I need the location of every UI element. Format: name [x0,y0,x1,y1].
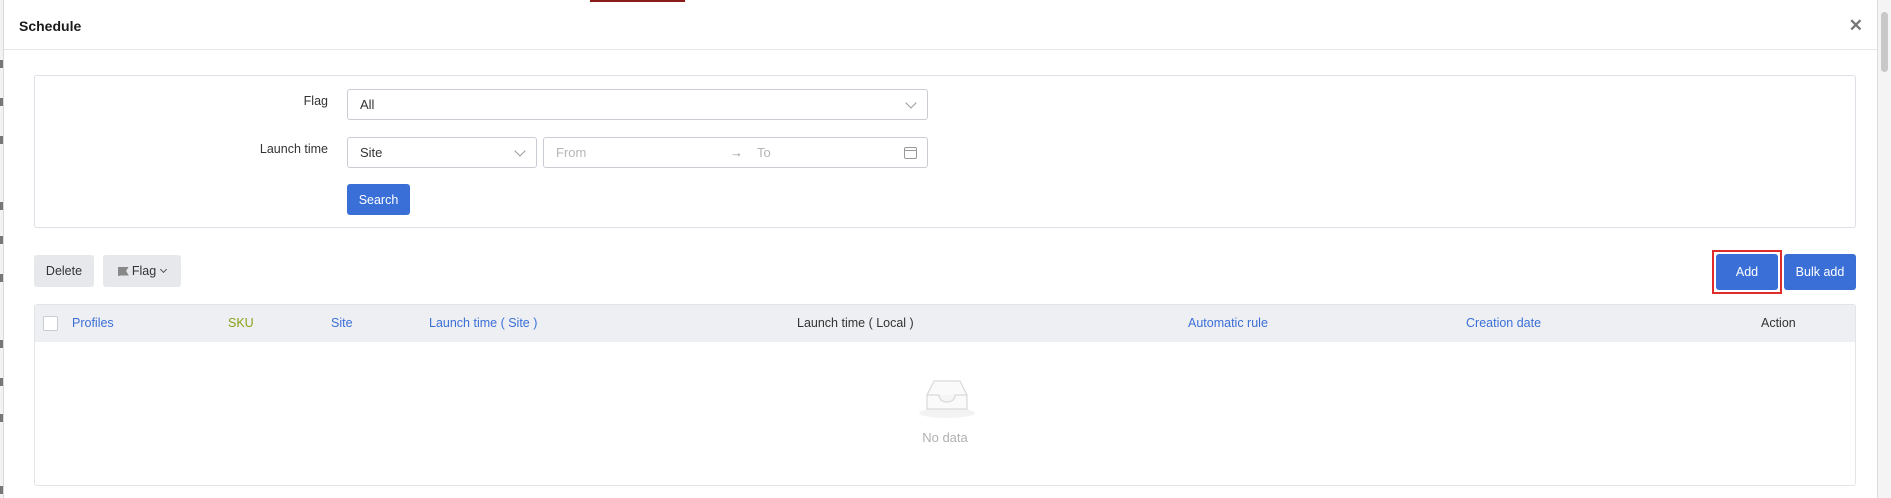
column-header-site[interactable]: Site [331,305,353,342]
schedule-table: Profiles SKU Site Launch time ( Site ) L… [34,304,1856,486]
column-header-action: Action [1761,316,1796,330]
date-range-picker[interactable]: From → To [543,137,928,168]
flag-filter-label: Flag [303,94,328,108]
empty-state: No data [35,342,1855,485]
modal-header: Schedule ✕ [4,2,1877,50]
column-header-creation-date[interactable]: Creation date [1466,305,1541,342]
table-header: Profiles SKU Site Launch time ( Site ) L… [35,305,1855,342]
launch-time-label: Launch time [259,142,328,156]
no-data-text: No data [922,430,968,445]
flag-button-label: Flag [131,264,157,278]
column-header-automatic-rule[interactable]: Automatic rule [1188,305,1268,342]
flag-select[interactable]: All [347,89,928,120]
flag-select-value: All [360,97,375,112]
filter-panel: Flag All Launch time Site From → To Sear… [34,75,1856,228]
select-all-checkbox[interactable] [43,316,58,331]
column-header-profiles[interactable]: Profiles [72,305,114,342]
range-arrow-icon: → [730,145,743,160]
chevron-down-icon [514,144,526,157]
date-from-input[interactable]: From [556,145,716,160]
close-icon[interactable]: ✕ [1849,17,1863,34]
calendar-icon[interactable] [904,146,917,159]
delete-button[interactable]: Delete [34,255,94,287]
empty-inbox-icon [919,380,975,418]
page-scrollbar[interactable] [1877,0,1891,498]
column-header-launch-time-local: Launch time ( Local ) [797,316,914,330]
bulk-add-button[interactable]: Bulk add [1784,254,1856,290]
column-header-launch-time-site[interactable]: Launch time ( Site ) [429,305,537,342]
flag-icon [117,266,129,276]
search-button[interactable]: Search [347,184,410,215]
chevron-down-icon [905,96,917,109]
add-button-highlight [1712,250,1782,294]
launch-site-value: Site [360,145,383,160]
column-header-sku[interactable]: SKU [228,305,254,342]
chevron-down-icon [160,265,168,273]
schedule-modal: Schedule ✕ Flag All Launch time Site Fro… [4,2,1877,498]
scrollbar-thumb[interactable] [1881,12,1888,72]
flag-dropdown-button[interactable]: Flag [103,255,181,287]
launch-site-select[interactable]: Site [347,137,537,168]
modal-title: Schedule [19,17,82,34]
date-to-input[interactable]: To [757,145,771,160]
